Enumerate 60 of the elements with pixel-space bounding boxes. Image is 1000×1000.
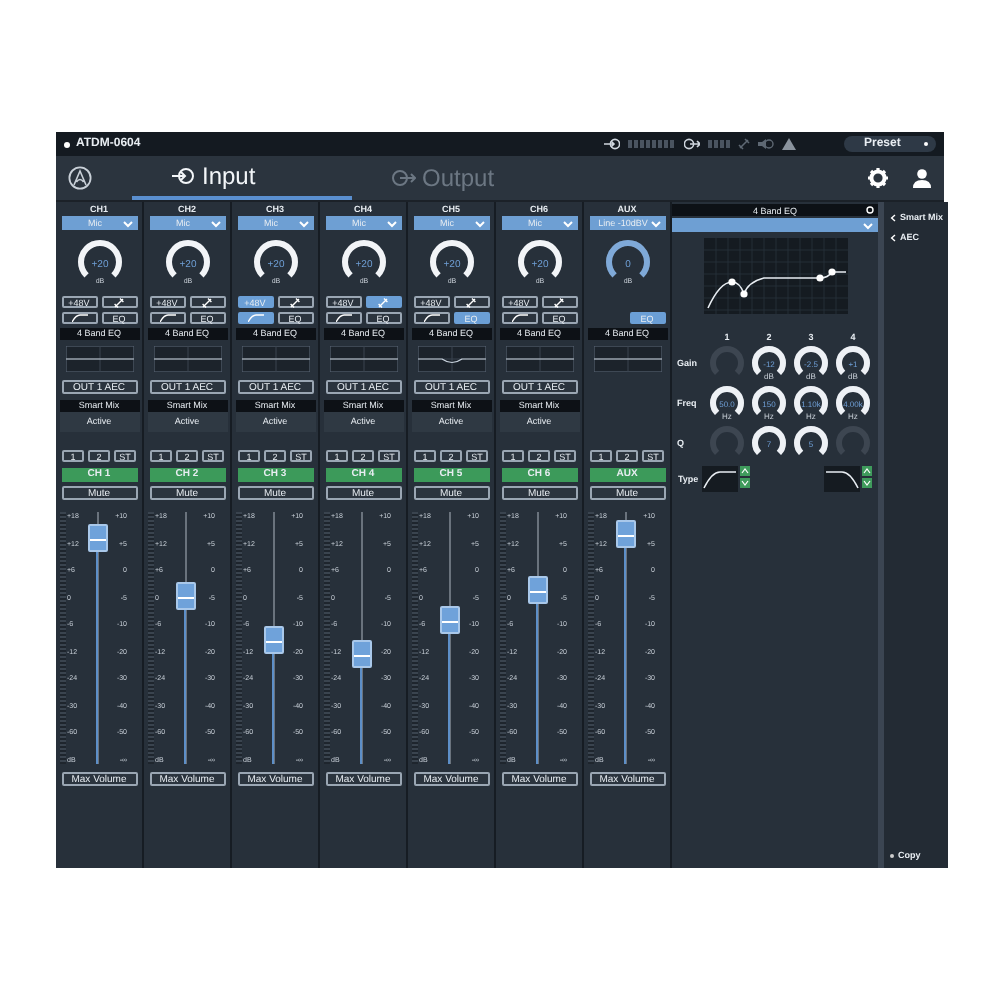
caret-icon bbox=[561, 219, 573, 227]
logo-icon bbox=[68, 166, 92, 190]
link-icon bbox=[738, 138, 750, 150]
link-icon bbox=[554, 297, 564, 307]
fader-thumb[interactable] bbox=[87, 523, 107, 552]
fader-thumb[interactable] bbox=[263, 626, 283, 655]
caret-icon bbox=[121, 219, 133, 227]
up-arrow-icon[interactable] bbox=[740, 466, 750, 476]
fader-thumb[interactable] bbox=[351, 639, 371, 668]
filter-curve-icon bbox=[511, 314, 527, 322]
high-pass-button[interactable] bbox=[325, 312, 361, 324]
caret-icon bbox=[473, 219, 485, 227]
link-button[interactable] bbox=[101, 296, 137, 308]
link-button[interactable] bbox=[189, 296, 225, 308]
input-icon bbox=[604, 138, 620, 150]
caret-icon bbox=[209, 219, 221, 227]
chevron-left-icon bbox=[890, 233, 896, 241]
high-pass-button[interactable] bbox=[237, 312, 273, 324]
filter-curve-icon bbox=[247, 314, 263, 322]
caret-icon bbox=[862, 221, 874, 229]
user-icon[interactable] bbox=[912, 168, 932, 188]
link-button[interactable] bbox=[365, 296, 401, 308]
fader-thumb[interactable] bbox=[615, 520, 635, 549]
caret-icon bbox=[649, 219, 661, 227]
eq-response-graph bbox=[703, 238, 847, 314]
filter-curve-icon bbox=[423, 314, 439, 322]
warning-icon bbox=[782, 138, 796, 150]
link-button[interactable] bbox=[541, 296, 577, 308]
chevron-left-icon bbox=[890, 213, 896, 221]
input-meter-icon bbox=[628, 140, 676, 148]
fader-thumb[interactable] bbox=[439, 606, 459, 635]
input-icon bbox=[172, 166, 196, 186]
caret-icon bbox=[385, 219, 397, 227]
caret-icon bbox=[297, 219, 309, 227]
link-icon bbox=[378, 297, 388, 307]
circle-icon bbox=[866, 206, 874, 214]
link-icon bbox=[114, 297, 124, 307]
status-dot-icon bbox=[64, 141, 70, 147]
filter-curve-icon bbox=[335, 314, 351, 322]
link-icon bbox=[202, 297, 212, 307]
output-icon bbox=[684, 138, 700, 150]
up-arrow-icon[interactable] bbox=[862, 466, 872, 476]
high-pass-button[interactable] bbox=[149, 312, 185, 324]
link-icon bbox=[466, 297, 476, 307]
speaker-icon bbox=[758, 138, 774, 150]
filter-curve-icon bbox=[159, 314, 175, 322]
down-arrow-icon[interactable] bbox=[862, 478, 872, 488]
output-meter-icon bbox=[708, 140, 730, 148]
fader-thumb[interactable] bbox=[527, 576, 547, 605]
high-pass-button[interactable] bbox=[413, 312, 449, 324]
settings-icon[interactable] bbox=[868, 168, 888, 188]
high-pass-button[interactable] bbox=[61, 312, 97, 324]
fader-thumb[interactable] bbox=[175, 581, 195, 610]
link-button[interactable] bbox=[453, 296, 489, 308]
down-arrow-icon[interactable] bbox=[740, 478, 750, 488]
output-icon bbox=[392, 168, 416, 188]
filter-curve-icon bbox=[71, 314, 87, 322]
link-icon bbox=[290, 297, 300, 307]
link-button[interactable] bbox=[277, 296, 313, 308]
high-pass-button[interactable] bbox=[501, 312, 537, 324]
